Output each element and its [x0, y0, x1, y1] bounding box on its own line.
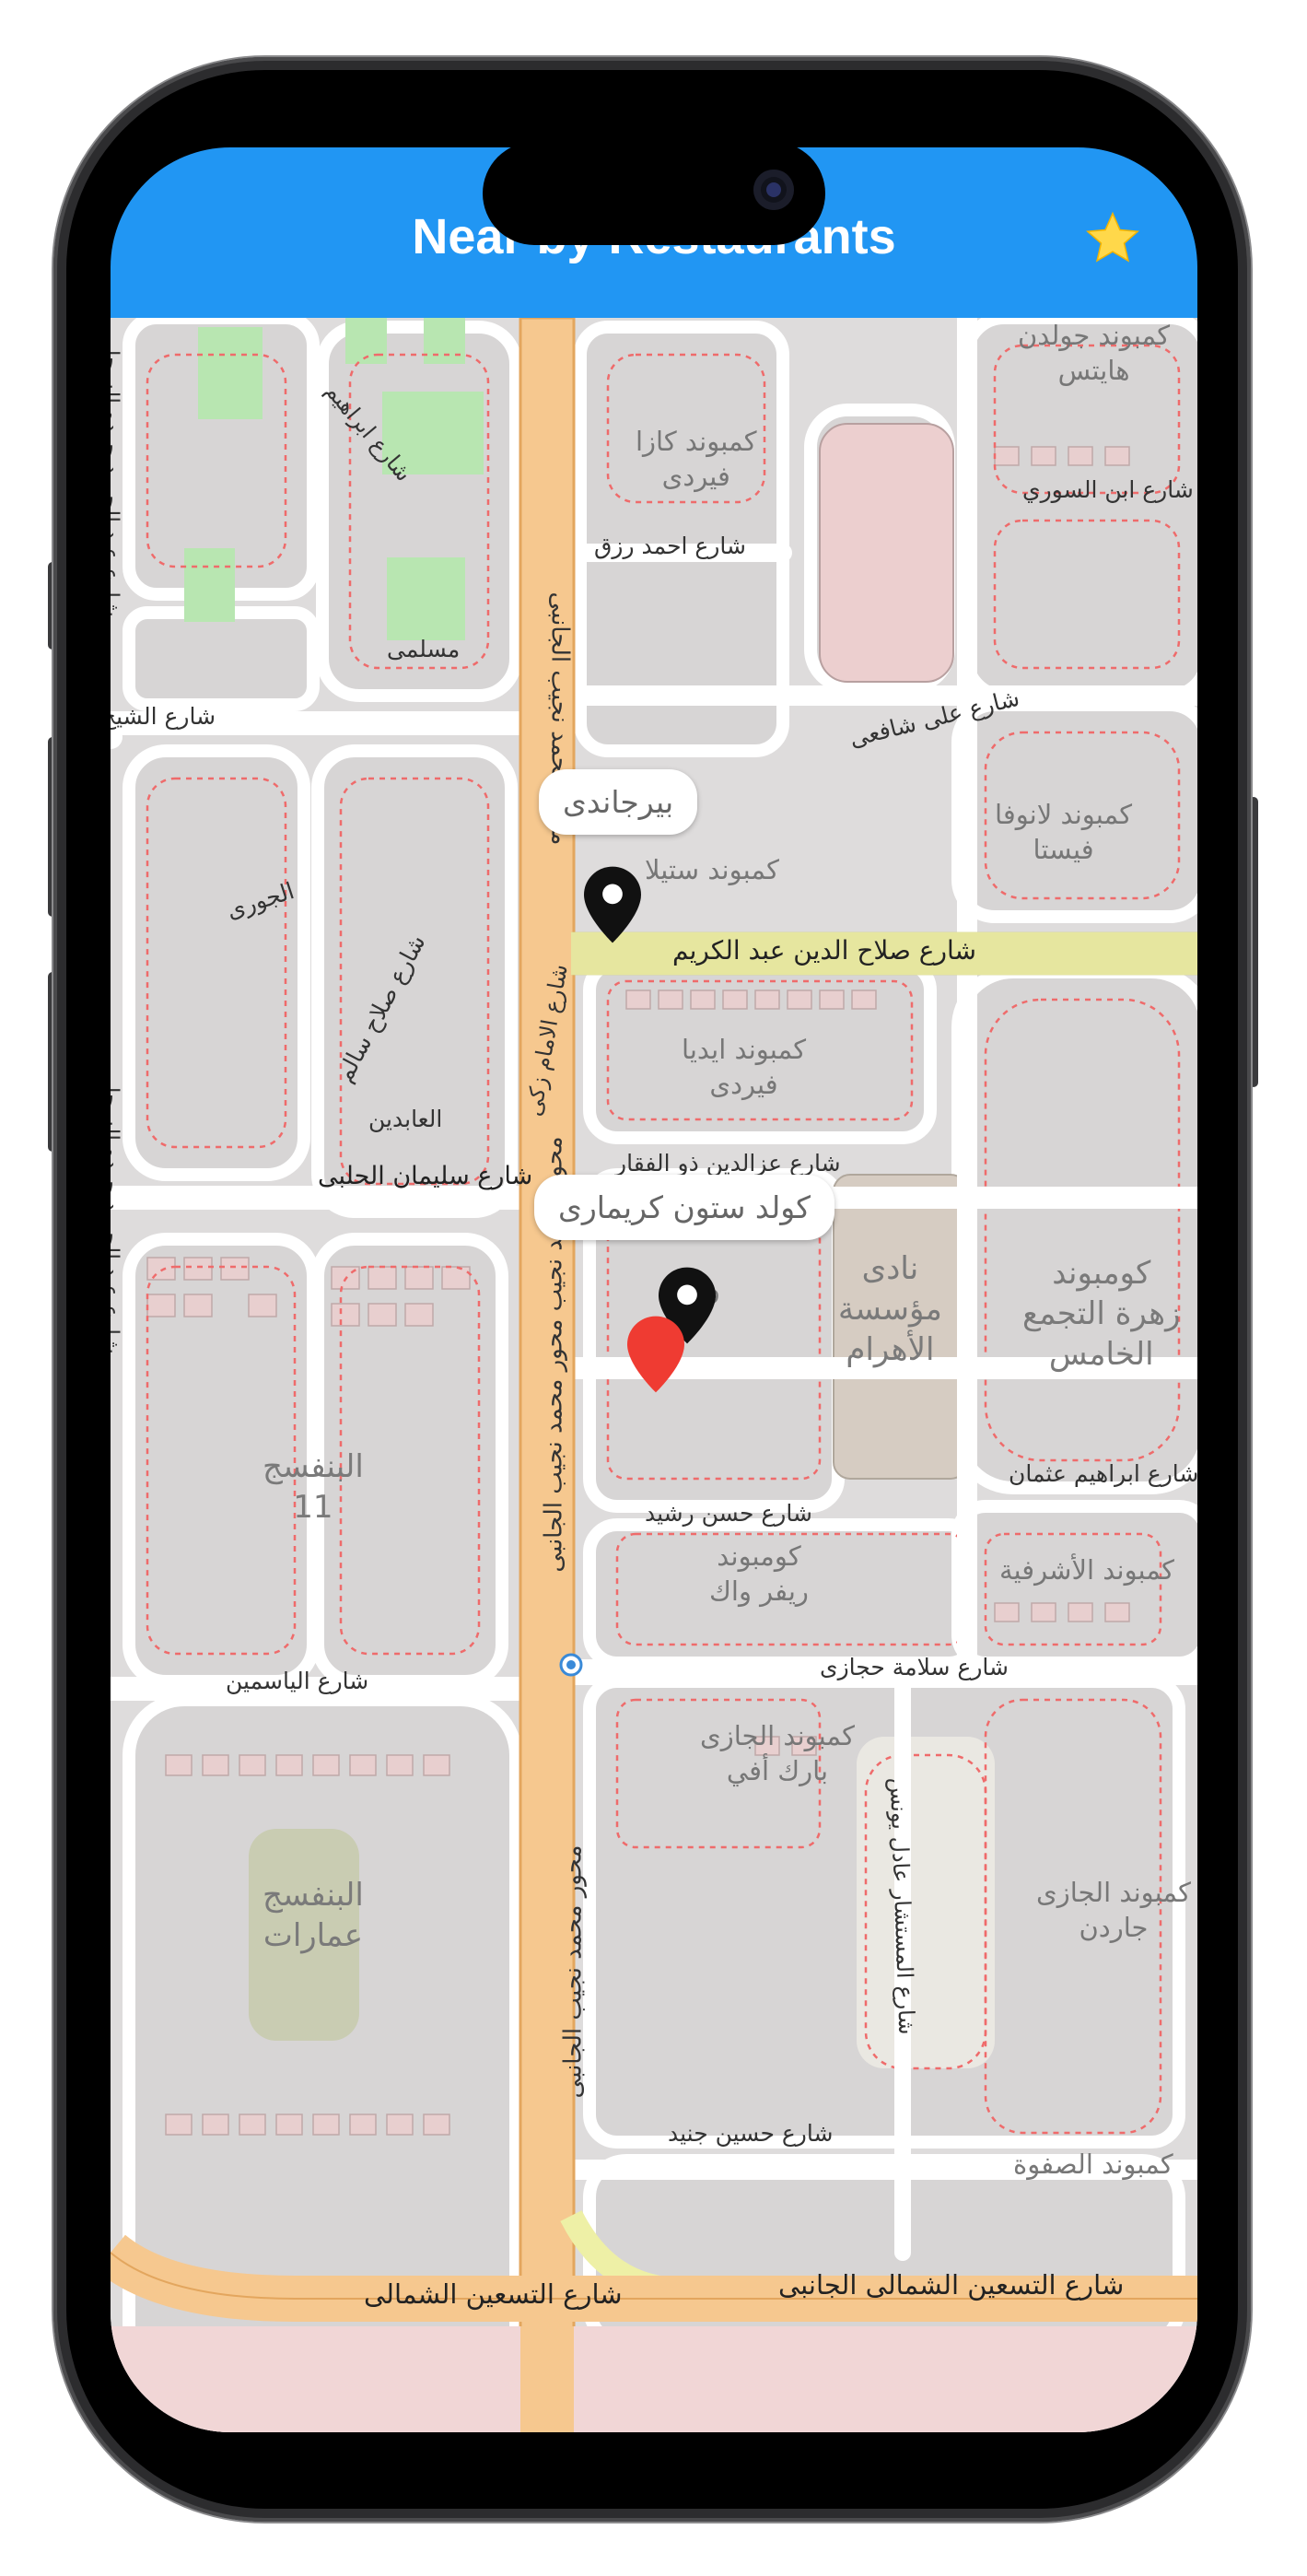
road-label: شارع سليمان الحلبى [318, 1162, 533, 1190]
road-label: مسلمى [387, 636, 461, 662]
road-label: شارع احمد رزق [594, 533, 746, 559]
road-label: شارع سلامة حجازى [820, 1654, 1009, 1680]
phone-screen: Near by Restaurants [111, 147, 1197, 2432]
dynamic-island [483, 147, 825, 245]
road-label: شارع التسعين الشمالى الجانبى [778, 2269, 1125, 2301]
road-label: شارع عبد الحميد جوده السحار [111, 339, 124, 617]
area-label: كمبوند الصفوة [1013, 2149, 1173, 2180]
area-label: كمبوند كازا فيردى [636, 426, 757, 492]
map-view[interactable]: شارع صلاح الدين عبد الكريم شارع احمد رزق… [111, 318, 1197, 2432]
area-label: كمبوند لانوفا فيستا [995, 799, 1133, 865]
area-label: البنفسج 11 [263, 1448, 364, 1526]
road-label: شارع صلاح الدين عبد الكريم [672, 935, 976, 966]
road-label: العابدين [368, 1106, 443, 1132]
area-label: البنفسج عمارات [263, 1877, 364, 1954]
restaurant-info-window[interactable]: بيرجاندى [539, 769, 698, 835]
area-label: كمبوند الجازى بارك أفي [700, 1720, 855, 1786]
area-label: نادى مؤسسة الأهرام [838, 1250, 942, 1368]
area-label: كومبوند ريفر واك [709, 1540, 809, 1607]
area-label: كمبوند جولدن هايتس [1018, 320, 1171, 386]
star-icon [1086, 211, 1139, 263]
road-label: شارع عبد الحميد جوده السحار [111, 1076, 124, 1354]
road-label: شارع حسن رشيد [645, 1500, 812, 1527]
area-label: كمبوند الأشرفية [999, 1554, 1174, 1586]
favorites-button[interactable] [1076, 201, 1149, 275]
camera-icon [753, 170, 794, 210]
road-label: شارع التسعين الشمالى [364, 2278, 623, 2310]
area-label: كمبوند ايديا فيردى [682, 1034, 807, 1100]
road-label: شارع الشيخ [111, 703, 216, 730]
road-label: شارع ابراهيم عثمان [1009, 1460, 1197, 1487]
road-label: محور محمد نجيب الجانبى [559, 1844, 588, 2099]
area-label: كمبوند الجازى جاردن [1036, 1877, 1191, 1943]
restaurant-info-window[interactable]: كولد ستون كريمارى [534, 1175, 835, 1240]
road-label: شارع ابن السوري [1022, 476, 1194, 503]
area-label: كمبوند ستيلا [645, 854, 779, 885]
area-label: كومبوند زهرة التجمع الخامس [1022, 1255, 1181, 1373]
road-label: شارع حسين جنيد [668, 2120, 834, 2147]
road-label: شارع الياسمين [226, 1668, 369, 1694]
restaurant-marker-icon[interactable] [584, 866, 641, 943]
current-location-marker-icon[interactable] [627, 1316, 684, 1393]
road-label: شارع عزالدين ذو الفقار [615, 1150, 841, 1177]
